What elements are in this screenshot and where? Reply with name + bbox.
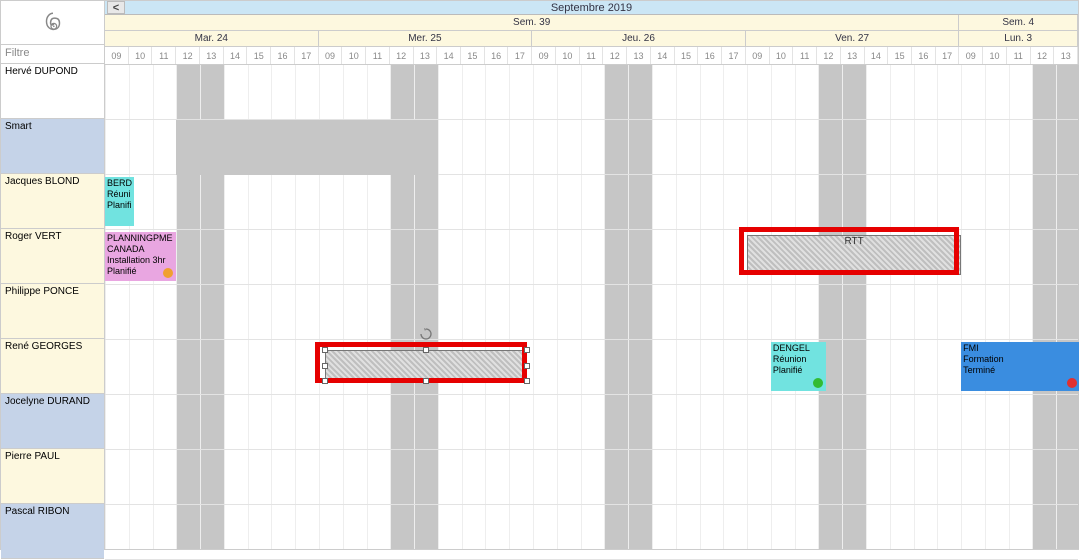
hour-header: 14 [437, 47, 461, 64]
resource-row[interactable]: René GEORGES [1, 339, 104, 394]
hour-header: 16 [698, 47, 722, 64]
hour-header: 13 [1054, 47, 1078, 64]
hour-header: 12 [176, 47, 200, 64]
month-title-bar: < Septembre 2019 [105, 1, 1078, 15]
hour-header: 11 [1007, 47, 1031, 64]
grid-row[interactable] [105, 450, 1078, 505]
resize-handle[interactable] [524, 363, 530, 369]
hour-header: 10 [556, 47, 580, 64]
event-fmi[interactable]: FMIFormationTerminé [961, 342, 1079, 391]
grid-row[interactable] [105, 65, 1078, 120]
week-header: Sem. 4 [959, 15, 1078, 30]
hour-header: 17 [295, 47, 319, 64]
filter-label: Filtre [1, 45, 104, 64]
hour-header: 13 [200, 47, 224, 64]
hour-header: 09 [959, 47, 983, 64]
schedule-grid[interactable]: BERDRéuniPlanifi PLANNINGPMECANADAInstall… [105, 65, 1078, 549]
hour-header: 13 [841, 47, 865, 64]
hour-header: 11 [366, 47, 390, 64]
resource-row[interactable]: Pascal RIBON [1, 504, 104, 559]
hour-header: 13 [414, 47, 438, 64]
day-header: Ven. 27 [746, 31, 960, 46]
highlight-frame [739, 227, 959, 275]
hour-header: 15 [888, 47, 912, 64]
hour-header-row: 0910111213141516170910111213141516170910… [105, 47, 1078, 65]
hour-header: 17 [508, 47, 532, 64]
resource-row[interactable]: Philippe PONCE [1, 284, 104, 339]
week-header-row: Sem. 39Sem. 4 [105, 15, 1078, 31]
hour-header: 14 [224, 47, 248, 64]
resize-handle[interactable] [423, 378, 429, 384]
hour-header: 12 [1031, 47, 1055, 64]
grid-row[interactable] [105, 285, 1078, 340]
resource-row[interactable]: Jacques BLOND [1, 174, 104, 229]
hour-header: 15 [675, 47, 699, 64]
day-header: Mer. 25 [319, 31, 533, 46]
grid-row[interactable] [105, 175, 1078, 230]
hour-header: 11 [793, 47, 817, 64]
status-icon [813, 378, 823, 388]
grid-row[interactable] [105, 340, 1078, 395]
hour-header: 16 [485, 47, 509, 64]
resize-handle[interactable] [322, 347, 328, 353]
hour-header: 09 [105, 47, 129, 64]
hour-header: 10 [129, 47, 153, 64]
resize-handle[interactable] [524, 378, 530, 384]
grid-row[interactable] [105, 395, 1078, 450]
app-logo [1, 1, 104, 45]
grid-row[interactable] [105, 505, 1078, 560]
resize-handle[interactable] [322, 378, 328, 384]
event-dengel[interactable]: DENGELRéunionPlanifié [771, 342, 826, 391]
hour-header: 12 [390, 47, 414, 64]
hour-header: 12 [817, 47, 841, 64]
hour-header: 09 [532, 47, 556, 64]
hour-header: 10 [342, 47, 366, 64]
selection-frame [315, 342, 527, 383]
resource-row[interactable]: Smart [1, 119, 104, 174]
chevron-left-icon: < [113, 1, 119, 15]
hour-header: 15 [247, 47, 271, 64]
hour-header: 09 [746, 47, 770, 64]
week-header: Sem. 39 [105, 15, 959, 30]
hour-header: 16 [912, 47, 936, 64]
resource-row[interactable]: Pierre PAUL [1, 449, 104, 504]
hour-header: 12 [603, 47, 627, 64]
hour-header: 17 [936, 47, 960, 64]
resize-handle[interactable] [423, 347, 429, 353]
day-header: Mar. 24 [105, 31, 319, 46]
unavailable-block [176, 120, 438, 175]
hour-header: 14 [865, 47, 889, 64]
resize-handle[interactable] [524, 347, 530, 353]
resource-row[interactable]: Roger VERT [1, 229, 104, 284]
resource-row[interactable]: Hervé DUPOND [1, 64, 104, 119]
resource-row[interactable]: Jocelyne DURAND [1, 394, 104, 449]
hour-header: 15 [461, 47, 485, 64]
resize-handle[interactable] [322, 363, 328, 369]
day-header: Jeu. 26 [532, 31, 746, 46]
event-planningpme[interactable]: PLANNINGPMECANADAInstallation 3hrPlanifi… [105, 232, 176, 281]
hour-header: 11 [152, 47, 176, 64]
day-header: Lun. 3 [959, 31, 1078, 46]
hour-header: 13 [627, 47, 651, 64]
day-header-row: Mar. 24Mer. 25Jeu. 26Ven. 27Lun. 3 [105, 31, 1078, 47]
hour-header: 16 [271, 47, 295, 64]
prev-button[interactable]: < [107, 1, 125, 14]
hour-header: 10 [983, 47, 1007, 64]
hour-header: 11 [580, 47, 604, 64]
hour-header: 14 [651, 47, 675, 64]
hour-header: 17 [722, 47, 746, 64]
hour-header: 09 [319, 47, 343, 64]
event-berd[interactable]: BERDRéuniPlanifi [105, 177, 134, 226]
hour-header: 10 [770, 47, 794, 64]
status-icon [1067, 378, 1077, 388]
month-title: Septembre 2019 [551, 2, 632, 14]
rotate-icon[interactable] [420, 328, 432, 340]
